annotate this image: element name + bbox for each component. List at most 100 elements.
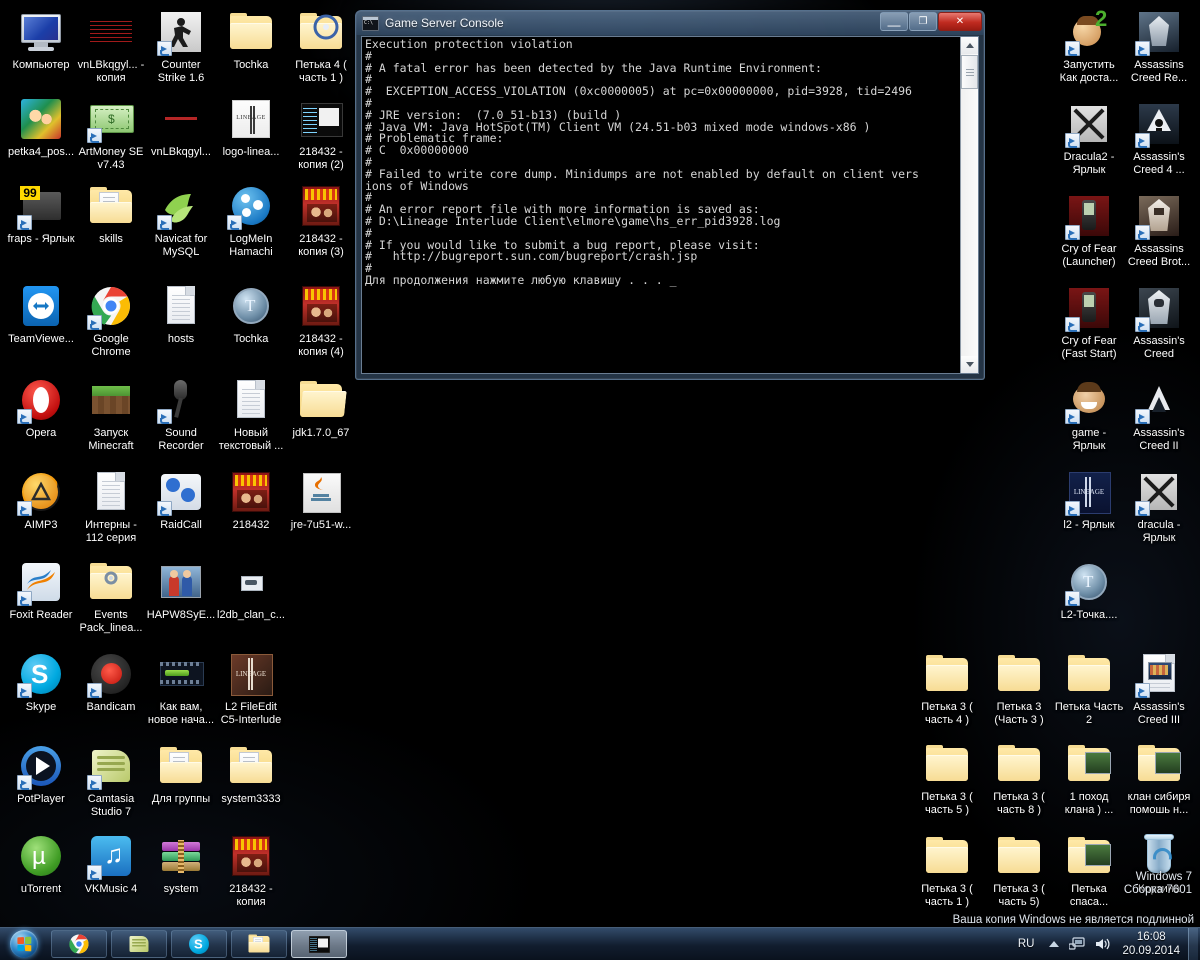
desktop-icon[interactable]: Sound Recorder	[146, 376, 216, 452]
console-scrollbar[interactable]	[960, 37, 978, 373]
volume-icon[interactable]	[1095, 937, 1111, 951]
show-desktop-button[interactable]	[1188, 928, 1198, 960]
desktop-icon[interactable]: Петька спаса...	[1054, 832, 1124, 908]
desktop-icon[interactable]: Петька 3 ( часть 5)	[984, 832, 1054, 908]
window-controls[interactable]: — ❐ ✕	[879, 12, 982, 31]
desktop-icon[interactable]: Foxit Reader	[6, 558, 76, 622]
scroll-up-button[interactable]	[961, 37, 978, 54]
system-tray[interactable]: RU 16:08 20.09.2014	[1018, 928, 1200, 960]
taskbar-console[interactable]	[291, 930, 347, 958]
desktop-icon[interactable]: 218432 - копия (3)	[286, 182, 356, 258]
desktop-icon[interactable]: vnLBkqgyl... - копия	[76, 8, 146, 84]
desktop-icon[interactable]: Tochka	[216, 8, 286, 72]
network-icon[interactable]	[1069, 937, 1086, 951]
game-server-console-window[interactable]: Game Server Console — ❐ ✕ Execution prot…	[355, 10, 985, 380]
desktop-icon[interactable]: Assassin's Creed III	[1124, 650, 1194, 726]
desktop-icon[interactable]: Петька 3 ( часть 1 )	[912, 832, 982, 908]
desktop-icon[interactable]: TeamViewe...	[6, 282, 76, 346]
desktop-icon[interactable]: l2db_clan_c...	[216, 558, 286, 622]
desktop-icon[interactable]: LogMeIn Hamachi	[216, 182, 286, 258]
desktop-icon[interactable]: Assassin's Creed	[1124, 284, 1194, 360]
desktop-icon[interactable]: T Tochka	[216, 282, 286, 346]
desktop-icon[interactable]: 2 Запустить Как доста...	[1054, 8, 1124, 84]
desktop-icon[interactable]: Петька 3 ( часть 4 )	[912, 650, 982, 726]
taskbar-chrome[interactable]	[51, 930, 107, 958]
desktop-icon[interactable]: Opera	[6, 376, 76, 440]
desktop-icon[interactable]: Assassins Creed Brot...	[1124, 192, 1194, 268]
desktop-icon[interactable]: dracula - Ярлык	[1124, 468, 1194, 544]
minimize-button[interactable]: —	[880, 12, 908, 31]
taskbar-buttons[interactable]: S	[47, 930, 347, 958]
desktop-icon[interactable]: Петька 3 (Часть 3 )	[984, 650, 1054, 726]
taskbar-skype[interactable]: S	[171, 930, 227, 958]
window-titlebar[interactable]: Game Server Console — ❐ ✕	[356, 11, 984, 35]
taskbar-sticky-notes[interactable]	[111, 930, 167, 958]
scrollbar-thumb[interactable]	[961, 55, 978, 89]
desktop-icon[interactable]: vnLBkqgyl...	[146, 95, 216, 159]
desktop-icon[interactable]: $ ArtMoney SE v7.43	[76, 95, 146, 171]
desktop-icon[interactable]: 218432	[216, 468, 286, 532]
desktop-icon[interactable]: skills	[76, 182, 146, 246]
desktop-icon[interactable]: hosts	[146, 282, 216, 346]
desktop-icon[interactable]: µ uTorrent	[6, 832, 76, 896]
desktop-icon[interactable]: Новый текстовый ...	[216, 376, 286, 452]
language-indicator[interactable]: RU	[1018, 938, 1035, 950]
desktop-icon[interactable]: клан сибиря помошь н...	[1124, 740, 1194, 816]
desktop-icon[interactable]: 218432 - копия (4)	[286, 282, 356, 358]
desktop-icon[interactable]: 218432 - копия (2)	[286, 95, 356, 171]
desktop-icon[interactable]: 99 fraps - Ярлык	[6, 182, 76, 246]
desktop-icon[interactable]: HAPW8SyE...	[146, 558, 216, 622]
clock[interactable]: 16:08 20.09.2014	[1122, 930, 1180, 958]
close-button[interactable]: ✕	[938, 12, 982, 31]
desktop-icon[interactable]: Camtasia Studio 7	[76, 742, 146, 818]
taskbar-explorer[interactable]	[231, 930, 287, 958]
desktop-icon[interactable]: 1 поход клана ) ...	[1054, 740, 1124, 816]
desktop-icon[interactable]: T L2-Точка....	[1054, 558, 1124, 622]
desktop-icon[interactable]: Петька Часть 2	[1054, 650, 1124, 726]
show-hidden-icons-button[interactable]	[1049, 941, 1060, 947]
desktop-icon[interactable]: Для группы	[146, 742, 216, 806]
desktop-icon[interactable]: system3333	[216, 742, 286, 806]
desktop-icon[interactable]: 218432 - копия	[216, 832, 286, 908]
desktop-icon[interactable]: petka4_pos...	[6, 95, 76, 159]
desktop-icon[interactable]: game - Ярлык	[1054, 376, 1124, 452]
desktop-icon[interactable]: Assassin's Creed II	[1124, 376, 1194, 452]
desktop-icon[interactable]: Events Pack_linea...	[76, 558, 146, 634]
desktop-icon[interactable]: Assassin's Creed 4 ...	[1124, 100, 1194, 176]
desktop-icon[interactable]: Как вам, новое нача...	[146, 650, 216, 726]
desktop-icon[interactable]: Counter Strike 1.6	[146, 8, 216, 84]
taskbar[interactable]: S RU 16:08 20.09.2014	[0, 927, 1200, 960]
desktop-icon[interactable]: Cry of Fear (Fast Start)	[1054, 284, 1124, 360]
desktop-icon[interactable]: Dracula2 - Ярлык	[1054, 100, 1124, 176]
console-body[interactable]: Execution protection violation # # A fat…	[361, 36, 979, 374]
l2fileedit-icon: LINEAGE	[227, 650, 275, 698]
desktop-icon[interactable]: Navicat for MySQL	[146, 182, 216, 258]
shortcut-arrow-icon	[157, 501, 172, 516]
desktop-icon[interactable]: Cry of Fear (Launcher)	[1054, 192, 1124, 268]
desktop-icon[interactable]: Assassins Creed Re...	[1124, 8, 1194, 84]
desktop-icon[interactable]: S Skype	[6, 650, 76, 714]
desktop-icon[interactable]: jdk1.7.0_67	[286, 376, 356, 440]
desktop-icon[interactable]: Компьютер	[6, 8, 76, 72]
desktop-icon[interactable]: Bandicam	[76, 650, 146, 714]
desktop-icon[interactable]: Петька 3 ( часть 5 )	[912, 740, 982, 816]
desktop-icon[interactable]: jre-7u51-w...	[286, 468, 356, 532]
desktop-icon[interactable]: AIMP3	[6, 468, 76, 532]
desktop-icon[interactable]: Петька 3 ( часть 8 )	[984, 740, 1054, 816]
desktop-icon[interactable]: ♫ VKMusic 4	[76, 832, 146, 896]
desktop-icon[interactable]: Google Chrome	[76, 282, 146, 358]
desktop-icon[interactable]: RaidCall	[146, 468, 216, 532]
scroll-down-button[interactable]	[961, 356, 978, 373]
desktop-icon[interactable]: LINEAGE logo-linea...	[216, 95, 286, 159]
desktop-icon[interactable]: LINEAGE L2 FileEdit C5-Interlude	[216, 650, 286, 726]
maximize-button[interactable]: ❐	[909, 12, 937, 31]
start-button[interactable]	[1, 929, 47, 959]
desktop-icon[interactable]: system	[146, 832, 216, 896]
desktop-icon[interactable]: Петька 4 ( часть 1 )	[286, 8, 356, 84]
desktop-icon[interactable]: PotPlayer	[6, 742, 76, 806]
desktop-icon-label: PotPlayer	[17, 793, 65, 805]
desktop[interactable]: Компьютер vnLBkqgyl... - копия Counter Str…	[0, 0, 1200, 928]
desktop-icon[interactable]: Запуск Minecraft	[76, 376, 146, 452]
desktop-icon[interactable]: LINEAGE l2 - Ярлык	[1054, 468, 1124, 532]
desktop-icon[interactable]: Интерны - 112 серия	[76, 468, 146, 544]
